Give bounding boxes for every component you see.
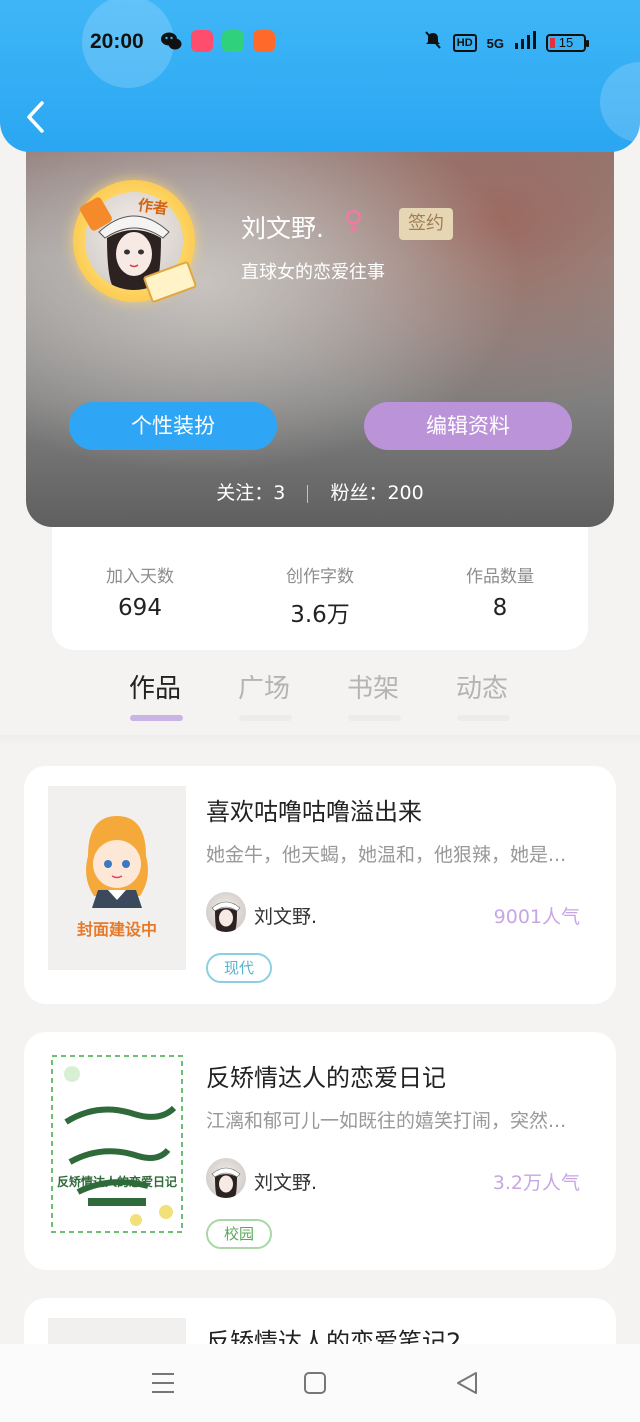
tab-underline <box>348 715 401 721</box>
status-time: 20:00 <box>90 30 144 53</box>
status-bar: 20:00 HD 5G 15 <box>0 26 640 60</box>
stat-label: 创作字数 <box>286 567 354 587</box>
triangle-back-icon <box>457 1372 477 1394</box>
stat-label: 加入天数 <box>106 567 174 587</box>
book-description: 她金牛，他天蝎，她温和，他狠辣，她是... <box>206 844 567 866</box>
fans-count[interactable]: 粉丝：200 <box>330 482 423 504</box>
hd-badge: HD <box>452 34 477 52</box>
tab-square[interactable]: 广场 <box>238 668 290 705</box>
square-icon <box>304 1372 326 1394</box>
follow-stats: 关注：3 粉丝：200 <box>26 478 614 505</box>
divider <box>0 735 640 745</box>
network-label: 5G <box>486 35 504 51</box>
profile-card: 作者 刘文野. ♀ 签约 直球女的恋爱往事 个性装扮 编辑资料 关注：3 粉丝：… <box>26 118 614 527</box>
stats-card: 加入天数 694 创作字数 3.6万 作品数量 8 <box>52 520 588 650</box>
chevron-left-icon <box>27 101 44 133</box>
profile-name: 刘文野. <box>241 214 324 243</box>
status-right: HD 5G 15 <box>423 30 589 56</box>
book-title[interactable]: 反矫情达人的恋爱日记 <box>206 1058 446 1093</box>
book-author: 刘文野. <box>254 1172 318 1194</box>
mute-icon <box>423 30 443 56</box>
following-count[interactable]: 关注：3 <box>216 482 285 504</box>
book-cover[interactable]: 封面建设中 <box>48 786 186 970</box>
system-nav-bar <box>0 1344 640 1422</box>
cover-artwork <box>51 1055 183 1233</box>
cover-placeholder-text: 封面建设中 <box>76 920 157 939</box>
placeholder-cover-illustration <box>86 816 148 908</box>
female-icon: ♀ <box>344 206 364 236</box>
wechat-icon <box>160 30 182 52</box>
app-icon-orange <box>253 30 275 52</box>
menu-icon <box>152 1373 174 1393</box>
battery-icon: 15 <box>546 34 589 52</box>
signed-badge: 签约 <box>399 208 453 240</box>
home-button[interactable] <box>295 1366 335 1400</box>
stat-value: 8 <box>492 595 508 621</box>
tab-underline-active <box>130 715 183 721</box>
dress-up-button[interactable]: 个性装扮 <box>69 402 277 450</box>
profile-motto: 直球女的恋爱往事 <box>241 262 385 283</box>
stat-value: 694 <box>118 595 162 621</box>
stat-join-days: 加入天数 694 <box>70 562 210 621</box>
stat-word-count: 创作字数 3.6万 <box>250 562 390 629</box>
author-avatar <box>206 1158 246 1198</box>
book-popularity: 3.2万人气 <box>492 1172 580 1194</box>
tab-underline <box>457 715 510 721</box>
app-icon-green <box>222 30 244 52</box>
book-genre-tag[interactable]: 现代 <box>206 953 273 983</box>
book-author: 刘文野. <box>254 906 318 928</box>
book-card[interactable]: 封面建设中 喜欢咕噜咕噜溢出来 她金牛，他天蝎，她温和，他狠辣，她是... 刘文… <box>24 766 616 1004</box>
stat-label: 作品数量 <box>466 567 534 587</box>
book-genre-tag[interactable]: 校园 <box>206 1219 273 1249</box>
cover-title-text: 反矫情达人的恋爱日记 <box>56 1175 177 1189</box>
app-icon-red <box>191 30 213 52</box>
stat-value: 3.6万 <box>290 602 350 628</box>
book-cover[interactable]: 反矫情达人的恋爱日记 <box>48 1052 186 1236</box>
follow-divider <box>307 484 309 503</box>
back-button[interactable] <box>22 98 48 136</box>
tab-activity[interactable]: 动态 <box>456 668 508 705</box>
decor-bubble <box>600 62 640 142</box>
signal-icon <box>514 31 536 55</box>
book-card[interactable]: 反矫情达人的恋爱日记 反矫情达人的恋爱日记 江漓和郁可儿一如既往的嬉笑打闹，突然… <box>24 1032 616 1270</box>
edit-profile-button[interactable]: 编辑资料 <box>364 402 572 450</box>
tab-bookshelf[interactable]: 书架 <box>347 668 399 705</box>
tab-underline <box>239 715 292 721</box>
book-title[interactable]: 喜欢咕噜咕噜溢出来 <box>206 792 422 827</box>
menu-button[interactable] <box>143 1366 183 1400</box>
book-description: 江漓和郁可儿一如既往的嬉笑打闹，突然... <box>206 1110 567 1132</box>
top-header: 20:00 HD 5G 15 <box>0 0 640 152</box>
stat-works-count: 作品数量 8 <box>430 562 570 621</box>
tab-works[interactable]: 作品 <box>129 668 181 705</box>
author-avatar <box>206 892 246 932</box>
book-popularity: 9001人气 <box>493 906 580 928</box>
author-tag: 作者 <box>136 195 170 218</box>
nav-back-button[interactable] <box>447 1366 487 1400</box>
tab-bar: 作品 广场 书架 动态 <box>0 668 640 728</box>
